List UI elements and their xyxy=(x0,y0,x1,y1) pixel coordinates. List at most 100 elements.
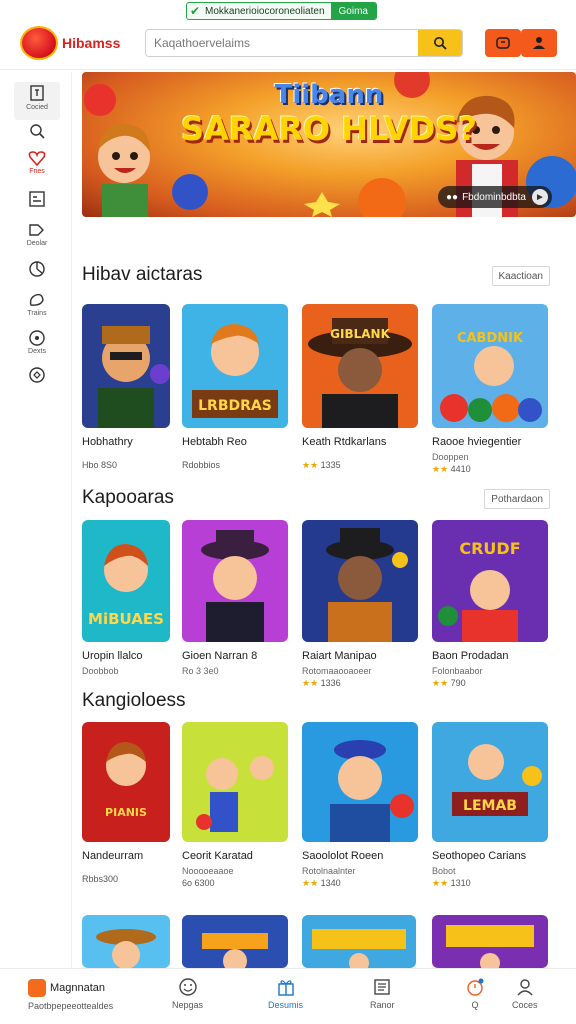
game-thumbnail: LEMAB xyxy=(432,722,548,842)
game-card[interactable]: GIBLANK Keath Rtdkarlans ★★ 1335 xyxy=(302,304,418,471)
game-title: Seothopeo Carians xyxy=(432,850,527,862)
announcement-button[interactable]: Goima xyxy=(330,3,376,19)
leaf-icon: ✔ xyxy=(189,4,201,18)
section-more-button[interactable]: Pothardaon xyxy=(484,489,550,509)
nav-item-ranor[interactable]: Ranor xyxy=(370,977,395,1010)
game-card[interactable]: Gioen Narran 8 Ro 3 3e0 xyxy=(182,520,298,676)
nav-brand[interactable]: Magnnatan Paotbpepeeottealdes xyxy=(28,979,113,1011)
game-thumbnail xyxy=(82,915,170,968)
game-thumbnail xyxy=(302,915,416,968)
game-thumbnail xyxy=(432,915,548,968)
sidebar-item-deolar[interactable]: Deolar xyxy=(14,222,60,256)
sidebar-item-cocied[interactable]: Cocied xyxy=(14,82,60,120)
game-meta: Ro 3 3e0 xyxy=(182,666,219,676)
logo[interactable]: Hibamss xyxy=(20,26,120,60)
search-input[interactable] xyxy=(146,30,418,56)
chat-button[interactable] xyxy=(485,29,521,57)
nav-label: Coces xyxy=(512,1000,538,1010)
sidebar-item-fries[interactable]: Fries xyxy=(14,150,60,184)
game-meta: Doobbob xyxy=(82,666,119,676)
rating-stars: ★★ xyxy=(432,464,449,474)
search-button[interactable] xyxy=(418,30,462,56)
bookmark-icon xyxy=(30,85,44,101)
game-title: Gioen Narran 8 xyxy=(182,650,258,662)
hero-banner[interactable]: Tiibann SARARO HLVDS? ●● Fbdominbdbta ► xyxy=(82,72,576,217)
game-thumbnail: MiBUAES xyxy=(82,520,170,642)
nav-item-coces[interactable]: Coces xyxy=(512,977,538,1010)
nav-label: Ranor xyxy=(370,1000,395,1010)
controller-icon: ●● xyxy=(445,191,459,203)
account-button[interactable] xyxy=(521,29,557,57)
nav-brand-subtitle: Paotbpepeeottealdes xyxy=(28,1001,114,1011)
timer-icon xyxy=(467,978,484,996)
sidebar-item-trains[interactable]: Trains xyxy=(14,292,60,326)
game-title: Hebtabh Reo xyxy=(182,436,247,448)
rating-count: 790 xyxy=(450,678,466,688)
game-card[interactable]: Hobhathry Hbo 8S0 xyxy=(82,304,198,470)
game-card[interactable]: CRUDF Baon Prodadan Folonbaabor ★★ 790 xyxy=(432,520,548,689)
rating-count: 1310 xyxy=(450,878,471,888)
banner-cta-button[interactable]: ●● Fbdominbdbta ► xyxy=(437,186,552,208)
game-card[interactable]: Ceorit Karatad Nooooeaaoe 6o 6300 xyxy=(182,722,298,888)
list-icon xyxy=(374,979,390,995)
game-thumbnail xyxy=(82,304,170,428)
game-thumbnail xyxy=(302,520,418,642)
nav-label: Q xyxy=(471,1000,479,1010)
game-card[interactable]: MiBUAES Uropin llalco Doobbob xyxy=(82,520,198,676)
svg-text:CABDNIK: CABDNIK xyxy=(457,331,524,346)
game-card[interactable] xyxy=(82,915,198,968)
game-card[interactable] xyxy=(302,915,418,968)
game-rating: ★★ 1310 xyxy=(432,878,548,889)
nav-item-q[interactable]: Q xyxy=(465,977,485,1010)
play-icon: ► xyxy=(532,189,548,205)
game-card[interactable] xyxy=(432,915,548,968)
game-card[interactable]: Saoololot Roeen Rotolnaalnter ★★ 1340 xyxy=(302,722,418,889)
banner-cta-label: Fbdominbdbta xyxy=(462,191,526,203)
game-title: Ceorit Karatad xyxy=(182,850,253,862)
game-meta: Rbbs300 xyxy=(82,874,119,884)
svg-text:PIANIS: PIANIS xyxy=(105,806,147,819)
nav-item-nepgas[interactable]: Nepgas xyxy=(172,977,203,1010)
game-subtitle: Folonbaabor xyxy=(432,666,483,676)
search-bar xyxy=(145,29,463,57)
game-rating: ★★ 790 xyxy=(432,678,548,689)
logo-name: Hibamss xyxy=(62,35,121,51)
logo-badge-icon xyxy=(20,26,58,60)
nav-item-desumis[interactable]: Desumis xyxy=(268,977,303,1010)
game-thumbnail xyxy=(182,915,288,968)
sidebar-item-label: Fries xyxy=(29,168,45,175)
chat-icon xyxy=(496,37,510,49)
announcement-bar: ✔ Mokkanerioiocoroneoliaten Goima xyxy=(186,2,377,20)
game-card[interactable]: LRBDRAS Hebtabh Reo Rdobbios xyxy=(182,304,298,470)
game-thumbnail: GIBLANK xyxy=(302,304,418,428)
game-meta: Hbo 8S0 xyxy=(82,460,118,470)
user-icon xyxy=(517,979,533,996)
game-title: Nandeurram xyxy=(82,850,144,862)
svg-text:GIBLANK: GIBLANK xyxy=(330,327,390,341)
game-card[interactable] xyxy=(182,915,298,968)
game-meta: 6o 6300 xyxy=(182,878,215,888)
game-card[interactable]: LEMAB Seothopeo Carians Bobot ★★ 1310 xyxy=(432,722,548,889)
game-title: Baon Prodadan xyxy=(432,650,509,662)
section-title: Kangioloess xyxy=(82,690,186,711)
game-card[interactable]: Raiart Manipao Rotomaaooaoeer ★★ 1336 xyxy=(302,520,418,689)
sidebar-item-documents[interactable] xyxy=(14,190,60,224)
rating-count: 1340 xyxy=(320,878,341,888)
badge-icon xyxy=(29,367,45,383)
sidebar-item-label: Cocied xyxy=(26,104,48,111)
sidebar-item-badge[interactable] xyxy=(14,366,60,400)
sidebar-item-dexts[interactable]: Dexts xyxy=(14,330,60,364)
game-card[interactable]: CABDNIK Raooe hviegentier Dooppen ★★ 441… xyxy=(432,304,548,475)
sidebar-item-label: Trains xyxy=(27,310,47,317)
game-rating: ★★ 1336 xyxy=(302,678,418,689)
section-more-button[interactable]: Kaactioan xyxy=(491,266,550,286)
game-subtitle: Rotomaaooaoeer xyxy=(302,666,372,676)
tag-icon xyxy=(29,224,44,236)
announcement-text: Mokkanerioiocoroneoliaten xyxy=(205,5,325,17)
game-card[interactable]: PIANIS Nandeurram Rbbs300 xyxy=(82,722,198,884)
game-title: Keath Rtdkarlans xyxy=(302,436,387,448)
banner-subtitle: SARARO HLVDS? xyxy=(181,110,477,148)
nav-brand-label: Magnnatan xyxy=(50,982,106,994)
sidebar-item-chart[interactable] xyxy=(14,260,60,294)
game-subtitle: Bobot xyxy=(432,866,456,876)
